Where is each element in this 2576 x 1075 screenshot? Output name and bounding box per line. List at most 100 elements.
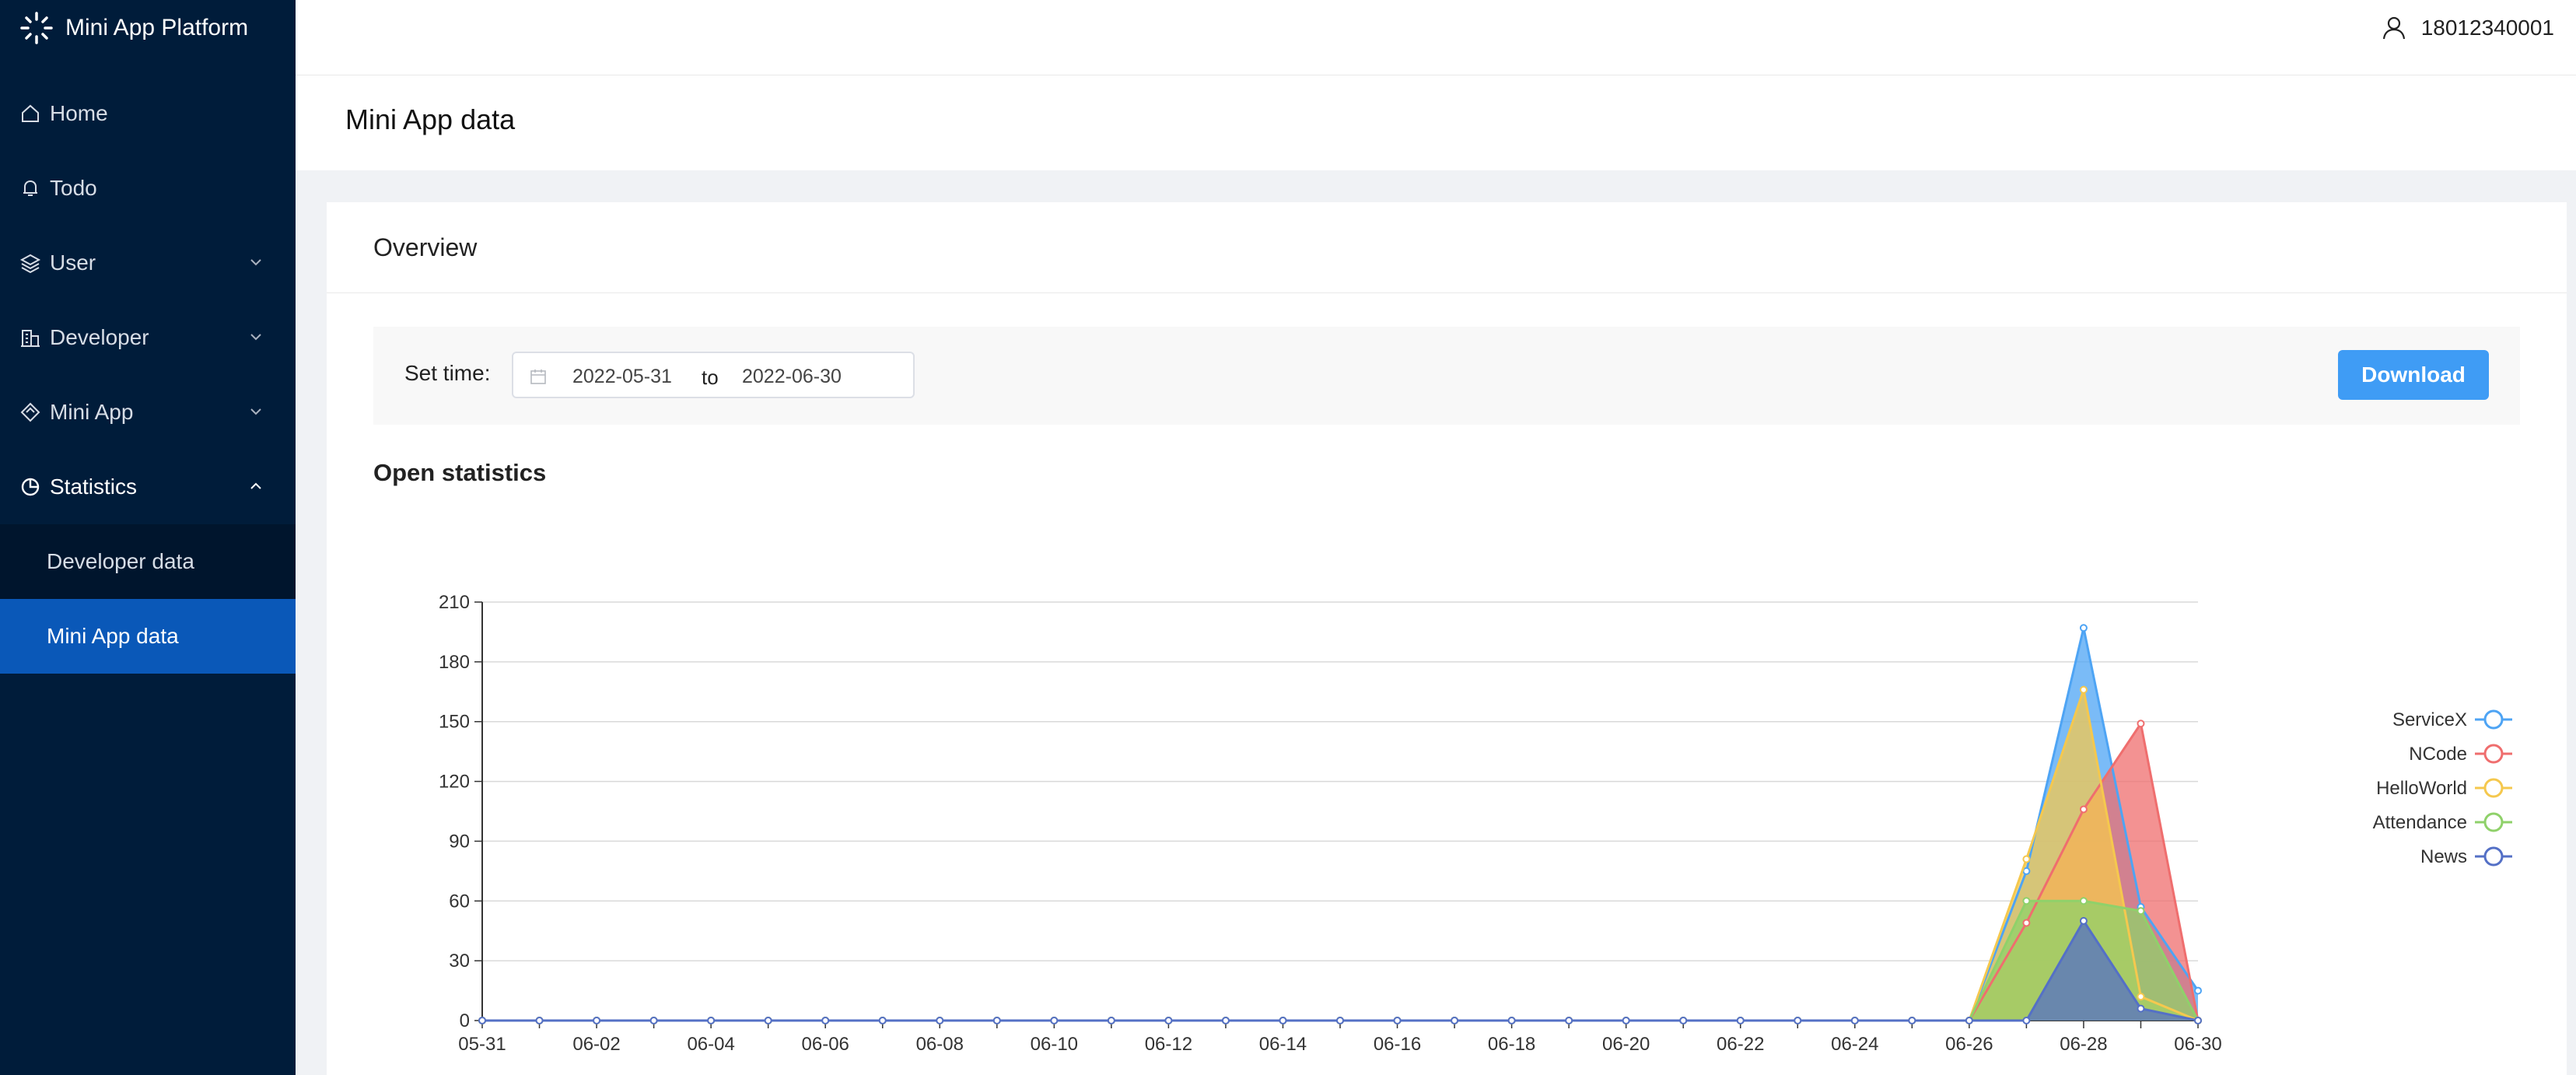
sidebar-item-label: Statistics xyxy=(50,474,138,499)
home-icon xyxy=(19,102,42,125)
sidebar-item-developer[interactable]: Developer xyxy=(0,300,296,375)
x-tick-label: 06-28 xyxy=(2060,1034,2107,1055)
data-point xyxy=(1679,1017,1688,1024)
bell-icon xyxy=(19,177,42,200)
sidebar-item-label: Home xyxy=(50,101,108,125)
data-point xyxy=(821,1017,830,1024)
legend-label: Attendance xyxy=(2373,812,2467,833)
data-point xyxy=(2137,993,2145,1001)
data-point xyxy=(1050,1017,1059,1024)
data-point xyxy=(2137,1004,2145,1013)
user-icon xyxy=(2382,16,2405,40)
data-point xyxy=(2137,720,2145,728)
data-point xyxy=(878,1017,887,1024)
legend-marker xyxy=(2483,846,2504,867)
data-point xyxy=(1393,1017,1402,1024)
sidebar-item-todo[interactable]: Todo xyxy=(0,151,296,226)
x-tick-label: 06-26 xyxy=(1945,1034,1993,1055)
series-line-ncode xyxy=(482,720,2200,1022)
data-point xyxy=(593,1017,601,1024)
y-tick-label: 210 xyxy=(439,592,470,613)
data-point xyxy=(1794,1017,1802,1024)
app-logo[interactable]: Mini App Platform xyxy=(17,6,248,50)
sidebar-item-label: Todo xyxy=(50,176,97,200)
data-point xyxy=(2022,897,2031,905)
data-point xyxy=(2079,805,2088,814)
page-header: Mini App data xyxy=(296,75,2576,170)
data-point xyxy=(535,1017,544,1024)
data-point xyxy=(2022,867,2031,875)
pie-chart-icon xyxy=(19,475,42,499)
sidebar-item-user[interactable]: User xyxy=(0,226,296,300)
x-tick-label: 06-14 xyxy=(1259,1034,1307,1055)
x-tick-label: 06-12 xyxy=(1145,1034,1192,1055)
legend-marker xyxy=(2483,709,2504,730)
data-point xyxy=(1164,1017,1173,1024)
building-icon xyxy=(19,326,42,349)
series-area-ncode xyxy=(482,723,2198,1021)
data-point xyxy=(1622,1017,1630,1024)
x-tick-label: 05-31 xyxy=(458,1034,506,1055)
diamond-icon xyxy=(19,401,42,424)
chevron-down-icon xyxy=(250,259,261,266)
x-tick-label: 06-18 xyxy=(1488,1034,1535,1055)
x-tick-label: 06-22 xyxy=(1717,1034,1764,1055)
x-tick-label: 06-04 xyxy=(687,1034,734,1055)
data-point xyxy=(2194,986,2202,995)
data-point xyxy=(2079,685,2088,694)
top-header: 18012340001 xyxy=(296,0,2576,75)
data-point xyxy=(707,1017,716,1024)
chevron-up-icon xyxy=(250,482,261,489)
series-area-servicex xyxy=(482,628,2198,1021)
series-area-helloworld xyxy=(482,689,2198,1021)
user-menu[interactable]: 18012340001 xyxy=(2381,12,2554,44)
data-point xyxy=(2022,855,2031,863)
data-point xyxy=(1507,1017,1516,1024)
legend-label: HelloWorld xyxy=(2376,778,2467,799)
app-name: Mini App Platform xyxy=(65,15,249,40)
y-tick-label: 60 xyxy=(449,891,470,912)
data-point xyxy=(2194,1017,2202,1024)
data-point xyxy=(1908,1017,1916,1024)
y-tick-label: 150 xyxy=(439,712,470,733)
legend-label: ServiceX xyxy=(2392,709,2467,730)
sidebar-item-mini-app[interactable]: Mini App xyxy=(0,375,296,450)
sidebar-item-label: User xyxy=(50,250,96,275)
x-tick-label: 06-02 xyxy=(572,1034,620,1055)
x-tick-label: 06-06 xyxy=(802,1034,849,1055)
data-point xyxy=(936,1017,944,1024)
legend-marker xyxy=(2483,744,2504,764)
data-point xyxy=(1107,1017,1115,1024)
series-area-news xyxy=(482,920,2198,1021)
sidebar-subitem-label: Mini App data xyxy=(47,624,179,648)
chevron-down-icon xyxy=(250,334,261,341)
data-point xyxy=(2079,624,2088,632)
y-tick-label: 30 xyxy=(449,951,470,972)
data-point xyxy=(1336,1017,1344,1024)
data-point xyxy=(1565,1017,1573,1024)
sidebar-item-home[interactable]: Home xyxy=(0,76,296,151)
overview-card: Overview Set time: 2022-05-31 to 2022-06… xyxy=(327,202,2567,1075)
data-point xyxy=(1221,1017,1230,1024)
user-name: 18012340001 xyxy=(2420,16,2554,40)
legend-marker xyxy=(2483,812,2504,832)
x-tick-label: 06-30 xyxy=(2174,1034,2221,1055)
x-tick-label: 06-20 xyxy=(1602,1034,1650,1055)
sidebar-item-label: Mini App xyxy=(50,400,134,424)
x-tick-label: 06-16 xyxy=(1374,1034,1421,1055)
sidebar-item-label: Developer xyxy=(50,325,149,349)
legend-marker xyxy=(2483,778,2504,798)
series-line-news xyxy=(482,919,2199,1022)
data-point xyxy=(1850,1017,1859,1024)
y-tick-label: 0 xyxy=(460,1010,470,1031)
data-point xyxy=(2022,1017,2031,1024)
data-point xyxy=(2137,907,2145,916)
legend-label: News xyxy=(2420,846,2467,867)
sidebar-subitem-developer-data[interactable]: Developer data xyxy=(0,524,296,599)
sparkle-logo-icon xyxy=(20,12,53,44)
sidebar-item-statistics[interactable]: Statistics xyxy=(0,450,296,524)
data-point xyxy=(1451,1017,1459,1024)
series-line-helloworld xyxy=(482,685,2199,1022)
legend-label: NCode xyxy=(2409,744,2467,765)
sidebar-subitem-mini-app-data[interactable]: Mini App data xyxy=(0,599,296,674)
